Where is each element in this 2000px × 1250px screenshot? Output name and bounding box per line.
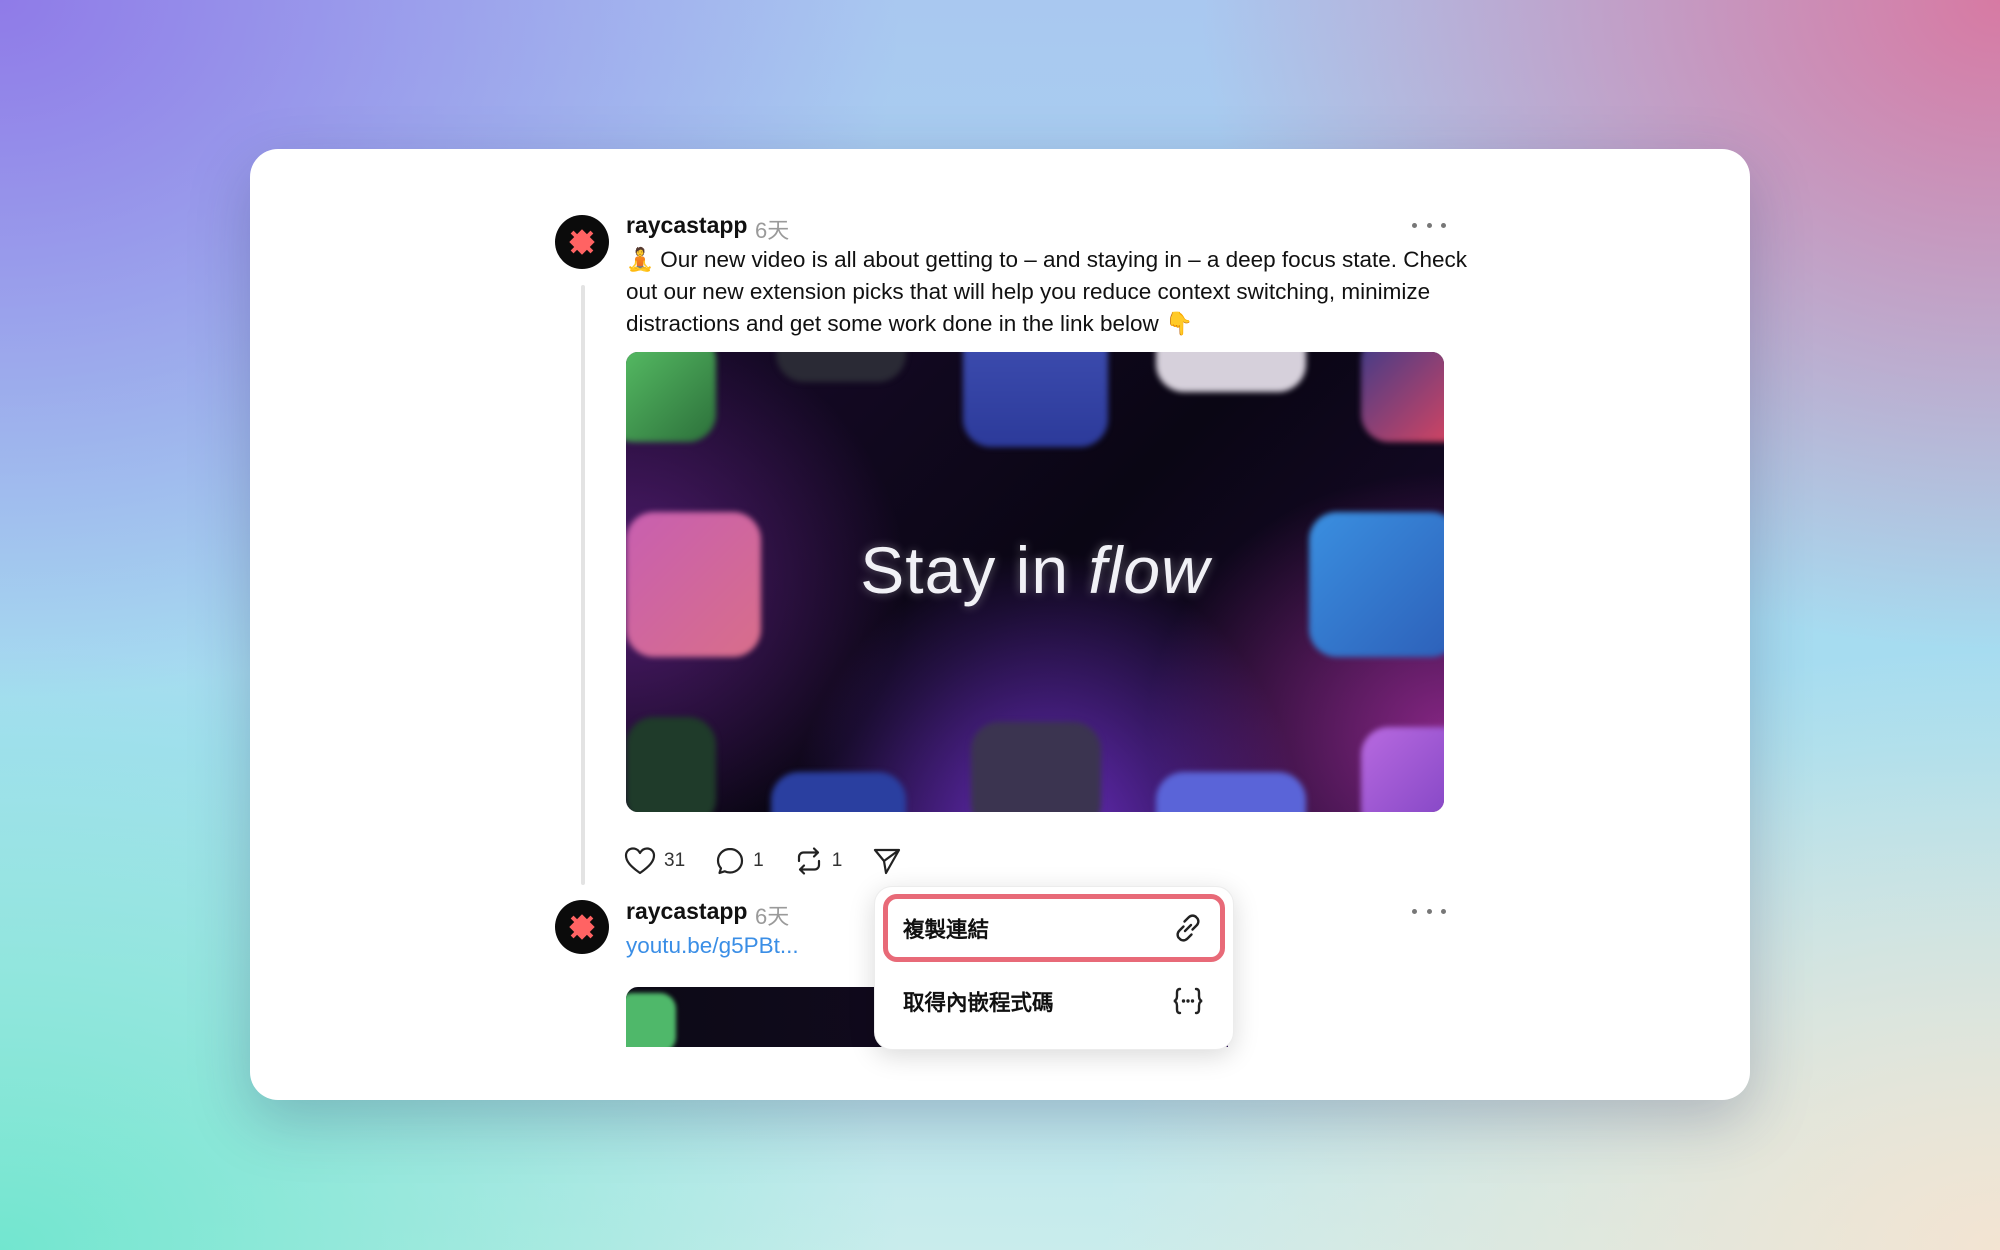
avatar[interactable] bbox=[555, 900, 609, 954]
repost-count: 1 bbox=[831, 850, 843, 871]
avatar[interactable] bbox=[555, 215, 609, 269]
reply-time: 6天 bbox=[755, 904, 790, 929]
app-tile bbox=[963, 352, 1108, 447]
link-icon bbox=[1176, 914, 1200, 942]
raycast-logo-icon bbox=[569, 914, 595, 940]
copy-link-menu-item[interactable]: 複製連結 bbox=[883, 894, 1225, 962]
app-tile bbox=[1361, 727, 1444, 812]
share-menu: 複製連結 取得內嵌程式碼 bbox=[874, 886, 1234, 1050]
like-button[interactable]: 31 bbox=[624, 846, 685, 876]
repost-icon bbox=[797, 847, 820, 875]
reply-link[interactable]: youtu.be/g5PBt... bbox=[626, 933, 799, 959]
more-icon[interactable] bbox=[1412, 901, 1446, 921]
share-button[interactable] bbox=[872, 846, 910, 876]
comment-icon bbox=[717, 847, 744, 875]
repost-button[interactable]: 1 bbox=[794, 846, 843, 876]
thread-line bbox=[581, 285, 585, 885]
app-tile bbox=[1361, 352, 1444, 442]
copy-link-label: 複製連結 bbox=[903, 917, 990, 942]
send-icon bbox=[874, 848, 901, 875]
app-tile bbox=[1156, 352, 1306, 392]
app-tile bbox=[771, 772, 906, 812]
post-media-image[interactable]: Stay in flow bbox=[626, 352, 1444, 812]
reply-username[interactable]: raycastapp bbox=[626, 898, 747, 925]
post-actions: 31 1 1 bbox=[624, 843, 940, 879]
app-tile bbox=[626, 352, 716, 442]
raycast-logo-icon bbox=[569, 229, 595, 255]
code-braces-icon bbox=[1173, 987, 1203, 1015]
get-embed-code-menu-item[interactable]: 取得內嵌程式碼 bbox=[883, 967, 1225, 1035]
post-username[interactable]: raycastapp bbox=[626, 212, 747, 239]
app-tile bbox=[971, 722, 1101, 812]
reply-button[interactable]: 1 bbox=[715, 846, 764, 876]
more-icon[interactable] bbox=[1412, 215, 1446, 235]
like-count: 31 bbox=[664, 850, 686, 871]
app-tile bbox=[626, 717, 716, 812]
get-embed-label: 取得內嵌程式碼 bbox=[903, 990, 1054, 1015]
app-tile bbox=[626, 993, 676, 1047]
threads-embed-card: raycastapp 6天 🧘 Our new video is all abo… bbox=[250, 149, 1750, 1100]
heart-icon bbox=[624, 847, 656, 875]
post-text: 🧘 Our new video is all about getting to … bbox=[626, 247, 1468, 336]
app-tile bbox=[1156, 772, 1306, 812]
reply-count: 1 bbox=[753, 850, 764, 871]
post-time: 6天 bbox=[755, 218, 790, 243]
media-title: Stay in flow bbox=[860, 533, 1210, 607]
app-tile bbox=[776, 352, 906, 382]
